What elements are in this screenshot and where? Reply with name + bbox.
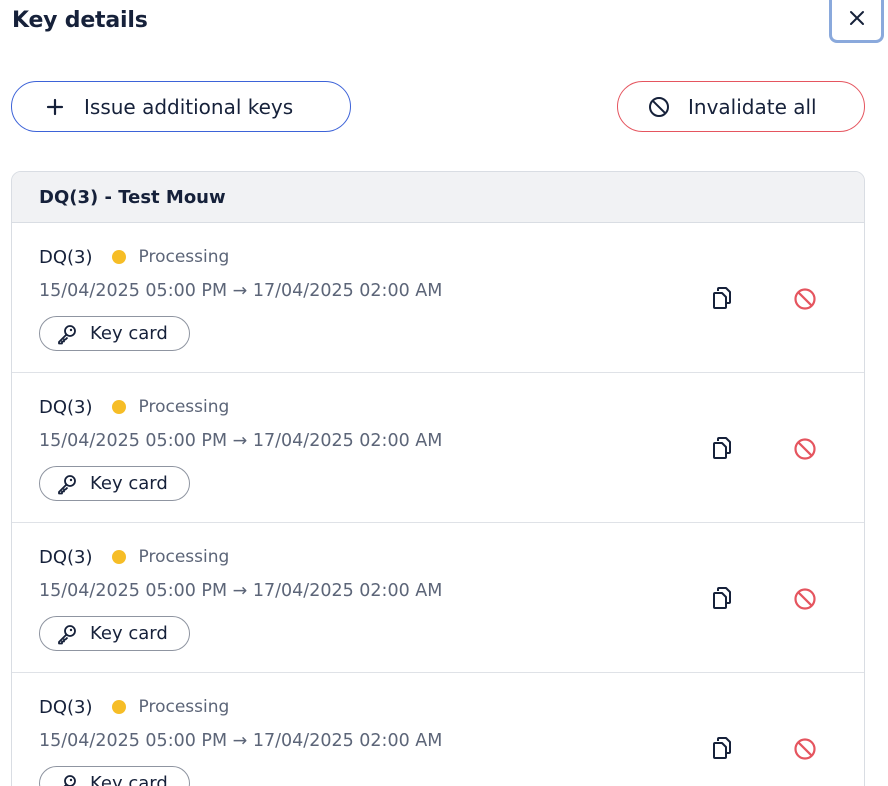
revoke-key-button[interactable] [791, 287, 819, 315]
key-name: DQ(3) [39, 396, 93, 418]
copy-icon [711, 586, 733, 614]
key-row: DQ(3) Processing 15/04/2025 05:00 PM → 1… [12, 523, 864, 673]
ban-icon [793, 437, 817, 465]
key-icon [56, 323, 78, 345]
status-dot-icon [111, 700, 126, 714]
key-type-chip: Key card [39, 316, 190, 351]
key-type-chip: Key card [39, 466, 190, 501]
copy-button[interactable] [709, 286, 735, 314]
key-row: DQ(3) Processing 15/04/2025 05:00 PM → 1… [12, 373, 864, 523]
key-status: Processing [138, 547, 230, 567]
key-type-label: Key card [90, 473, 168, 494]
invalidate-all-button[interactable]: Invalidate all [617, 81, 865, 132]
key-type-label: Key card [90, 623, 168, 644]
copy-button[interactable] [709, 436, 735, 464]
key-name-line: DQ(3) Processing [39, 543, 229, 571]
key-type-chip: Key card [39, 616, 190, 651]
revoke-key-button[interactable] [791, 437, 819, 465]
issue-additional-keys-label: Issue additional keys [84, 94, 294, 119]
invalidate-all-label: Invalidate all [688, 94, 817, 119]
close-icon [848, 9, 866, 27]
key-type-label: Key card [90, 773, 168, 786]
key-icon [56, 623, 78, 645]
close-button[interactable] [829, 0, 884, 43]
copy-icon [711, 286, 733, 314]
copy-icon [711, 436, 733, 464]
revoke-key-button[interactable] [791, 737, 819, 765]
key-status: Processing [138, 397, 230, 417]
key-date-range: 15/04/2025 05:00 PM → 17/04/2025 02:00 A… [39, 281, 443, 301]
key-name-line: DQ(3) Processing [39, 693, 229, 721]
key-date-range: 15/04/2025 05:00 PM → 17/04/2025 02:00 A… [39, 581, 443, 601]
revoke-key-button[interactable] [791, 587, 819, 615]
key-name: DQ(3) [39, 546, 93, 568]
status-dot-icon [111, 250, 126, 264]
key-details-dialog: Key details Issue additional keys Invali… [0, 0, 888, 786]
ban-icon [793, 287, 817, 315]
issue-additional-keys-button[interactable]: Issue additional keys [11, 81, 351, 132]
key-type-chip: Key card [39, 766, 190, 786]
key-name-line: DQ(3) Processing [39, 393, 229, 421]
ban-icon [648, 96, 670, 118]
key-status: Processing [138, 697, 230, 717]
key-name: DQ(3) [39, 696, 93, 718]
key-type-label: Key card [90, 323, 168, 344]
status-dot-icon [111, 400, 126, 414]
key-icon [56, 473, 78, 495]
key-group-card: DQ(3) - Test Mouw DQ(3) Processing 15/04… [11, 171, 865, 786]
status-dot-icon [111, 550, 126, 564]
dialog-title: Key details [12, 8, 148, 33]
copy-button[interactable] [709, 736, 735, 764]
key-date-range: 15/04/2025 05:00 PM → 17/04/2025 02:00 A… [39, 731, 443, 751]
key-row: DQ(3) Processing 15/04/2025 05:00 PM → 1… [12, 673, 864, 786]
key-icon [56, 773, 78, 786]
key-status: Processing [138, 247, 230, 267]
key-name: DQ(3) [39, 246, 93, 268]
plus-icon [46, 98, 64, 116]
copy-button[interactable] [709, 586, 735, 614]
key-row: DQ(3) Processing 15/04/2025 05:00 PM → 1… [12, 223, 864, 373]
ban-icon [793, 587, 817, 615]
key-name-line: DQ(3) Processing [39, 243, 229, 271]
ban-icon [793, 737, 817, 765]
copy-icon [711, 736, 733, 764]
key-group-header: DQ(3) - Test Mouw [12, 172, 864, 223]
key-date-range: 15/04/2025 05:00 PM → 17/04/2025 02:00 A… [39, 431, 443, 451]
